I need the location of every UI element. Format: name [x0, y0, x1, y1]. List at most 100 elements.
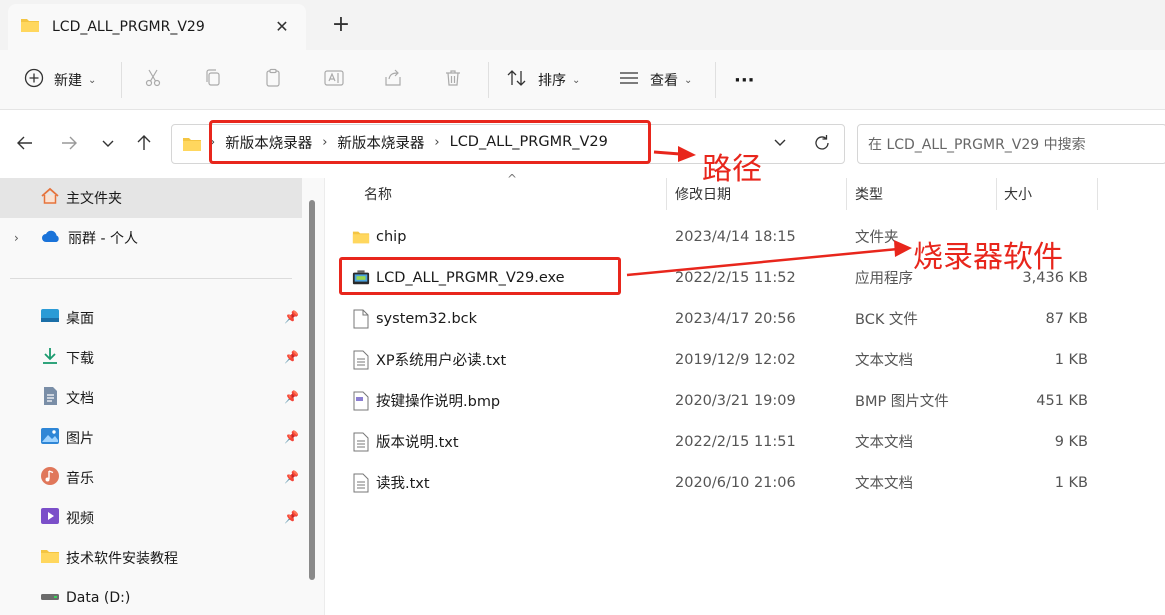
- sidebar-item-music[interactable]: 音乐: [40, 459, 94, 497]
- rename-icon: [323, 68, 345, 92]
- sidebar-divider: [10, 278, 292, 279]
- navigation-bar: › 新版本烧录器 › 新版本烧录器 › LCD_ALL_PRGMR_V29 在 …: [0, 110, 1165, 178]
- music-icon: [40, 466, 60, 490]
- column-header-size[interactable]: 大小: [1004, 178, 1032, 210]
- file-type: 应用程序: [855, 271, 913, 287]
- view-list-icon: [618, 68, 640, 92]
- column-divider[interactable]: [996, 178, 997, 210]
- rename-button[interactable]: [323, 68, 345, 92]
- file-size: 87 KB: [1045, 310, 1088, 327]
- sidebar-item-label: 技术软件安装教程: [66, 551, 178, 567]
- search-input[interactable]: 在 LCD_ALL_PRGMR_V29 中搜索: [857, 124, 1165, 164]
- sidebar-item-label: Data (D:): [66, 590, 131, 606]
- file-name-cell: chip: [352, 216, 406, 257]
- column-divider[interactable]: [1097, 178, 1098, 210]
- sidebar-item-label: 图片: [66, 431, 94, 447]
- recent-locations-button[interactable]: [97, 132, 119, 154]
- sort-ascending-icon: ^: [507, 172, 518, 186]
- share-button[interactable]: [383, 68, 403, 92]
- file-name-cell: XP系统用户必读.txt: [352, 339, 506, 380]
- file-type: 文件夹: [855, 230, 899, 246]
- sidebar-item-documents[interactable]: 文档: [40, 379, 94, 417]
- back-button[interactable]: [14, 132, 36, 154]
- file-row[interactable]: XP系统用户必读.txt 2019/12/9 12:02 文本文档 1 KB: [326, 339, 1165, 380]
- text-file-icon: [352, 432, 370, 452]
- path-highlight-box: [209, 120, 651, 164]
- trash-icon: [443, 68, 463, 92]
- file-name-cell: 版本说明.txt: [352, 421, 459, 462]
- plus-circle-icon: [24, 68, 44, 92]
- chevron-down-icon: ⌄: [88, 74, 97, 86]
- pin-icon[interactable]: 📌: [284, 350, 299, 364]
- cloud-icon: [40, 228, 62, 248]
- file-name: chip: [376, 228, 407, 245]
- file-size: 9 KB: [1054, 433, 1088, 450]
- file-type: 文本文档: [855, 353, 913, 369]
- view-button-label: 查看: [650, 73, 678, 89]
- file-row[interactable]: 按键操作说明.bmp 2020/3/21 19:09 BMP 图片文件 451 …: [326, 380, 1165, 421]
- delete-button[interactable]: [443, 68, 463, 92]
- up-button[interactable]: [133, 132, 155, 154]
- copy-icon: [203, 68, 223, 92]
- copy-button[interactable]: [203, 68, 223, 92]
- column-header-type[interactable]: 类型: [855, 178, 883, 210]
- column-divider[interactable]: [846, 178, 847, 210]
- file-name-cell: system32.bck: [352, 298, 477, 339]
- file-name-cell: 读我.txt: [352, 462, 430, 503]
- sidebar-item-label: 视频: [66, 511, 94, 527]
- file-size: 1 KB: [1054, 474, 1088, 491]
- sidebar-item-pictures[interactable]: 图片: [40, 419, 94, 457]
- file-name: 版本说明.txt: [376, 435, 459, 451]
- column-header-name[interactable]: 名称: [364, 178, 392, 210]
- pin-icon[interactable]: 📌: [284, 470, 299, 484]
- sort-icon: [506, 68, 528, 92]
- sidebar-item-home[interactable]: 主文件夹: [40, 179, 122, 217]
- file-row[interactable]: 读我.txt 2020/6/10 21:06 文本文档 1 KB: [326, 462, 1165, 503]
- more-options-button[interactable]: ···: [734, 68, 755, 92]
- sidebar-scrollbar[interactable]: [309, 200, 315, 580]
- pin-icon[interactable]: 📌: [284, 310, 299, 324]
- column-divider[interactable]: [666, 178, 667, 210]
- pin-icon[interactable]: 📌: [284, 510, 299, 524]
- file-type: 文本文档: [855, 476, 913, 492]
- close-icon[interactable]: ✕: [272, 17, 292, 36]
- file-row[interactable]: 版本说明.txt 2022/2/15 11:51 文本文档 9 KB: [326, 421, 1165, 462]
- sidebar-item-downloads[interactable]: 下载: [40, 339, 94, 377]
- text-file-icon: [352, 473, 370, 493]
- file-modified: 2023/4/14 18:15: [675, 228, 796, 245]
- sidebar-item-drive-d[interactable]: Data (D:): [40, 579, 130, 615]
- pin-icon[interactable]: 📌: [284, 390, 299, 404]
- arrow-up-icon: [137, 135, 151, 150]
- download-icon: [40, 346, 60, 370]
- picture-icon: [40, 426, 60, 450]
- paste-button[interactable]: [263, 68, 283, 92]
- new-tab-button[interactable]: +: [330, 12, 352, 38]
- file-modified: 2019/12/9 12:02: [675, 351, 796, 368]
- file-modified: 2023/4/17 20:56: [675, 310, 796, 327]
- view-button[interactable]: 查看 ⌄: [618, 68, 692, 92]
- pin-icon[interactable]: 📌: [284, 430, 299, 444]
- file-name-cell: 按键操作说明.bmp: [352, 380, 500, 421]
- refresh-button[interactable]: [812, 133, 832, 157]
- search-placeholder: 在 LCD_ALL_PRGMR_V29 中搜索: [868, 137, 1086, 153]
- folder-icon: [40, 548, 60, 568]
- sort-button[interactable]: 排序 ⌄: [506, 68, 580, 92]
- file-row[interactable]: system32.bck 2023/4/17 20:56 BCK 文件 87 K…: [326, 298, 1165, 339]
- navigation-pane: 主文件夹 › 丽群 - 个人 桌面 📌 下载 📌 文档 📌 图片 📌 音乐 📌 …: [0, 178, 325, 615]
- file-size: 1 KB: [1054, 351, 1088, 368]
- address-dropdown-button[interactable]: [772, 134, 788, 154]
- sidebar-item-label: 丽群 - 个人: [68, 231, 138, 247]
- sidebar-item-videos[interactable]: 视频: [40, 499, 94, 537]
- tab-current[interactable]: LCD_ALL_PRGMR_V29 ✕: [8, 4, 306, 50]
- new-button[interactable]: 新建 ⌄: [24, 68, 96, 92]
- forward-button[interactable]: [58, 132, 80, 154]
- cut-button[interactable]: [143, 68, 163, 92]
- sidebar-item-desktop[interactable]: 桌面: [40, 299, 94, 337]
- document-icon: [40, 386, 60, 410]
- sidebar-item-onedrive[interactable]: › 丽群 - 个人: [14, 219, 138, 257]
- file-name: 按键操作说明.bmp: [376, 394, 501, 410]
- exe-highlight-box: [339, 257, 621, 295]
- file-modified: 2020/6/10 21:06: [675, 474, 796, 491]
- toolbar-divider: [488, 62, 489, 98]
- sidebar-item-tech-folder[interactable]: 技术软件安装教程: [40, 539, 178, 577]
